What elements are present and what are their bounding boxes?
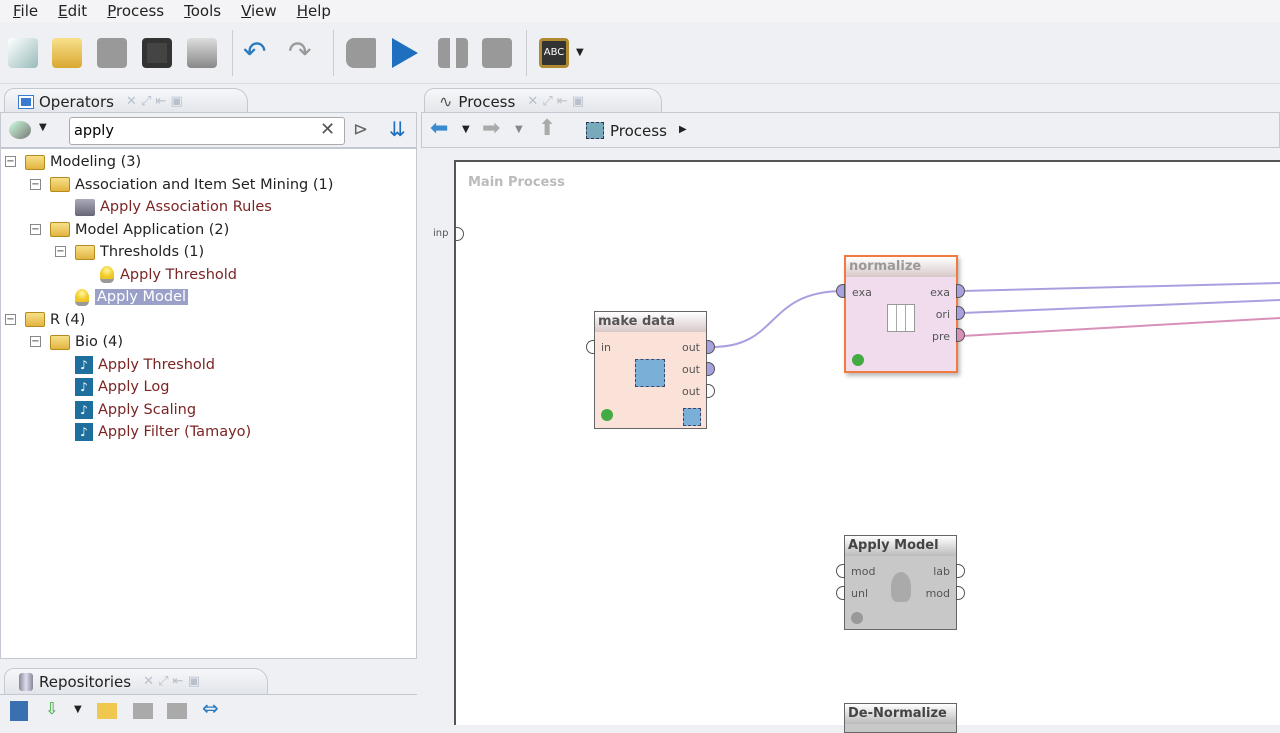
wire-normalize-ori[interactable]: [961, 299, 1280, 314]
port-label: exa: [930, 286, 950, 299]
port-in[interactable]: [836, 564, 845, 578]
operator-title: Apply Model: [845, 536, 956, 556]
operator-title: make data: [595, 312, 706, 332]
port-label: out: [681, 363, 700, 376]
subprocess-icon: [635, 359, 665, 387]
port-label: ori: [935, 308, 950, 321]
port-label: lab: [933, 565, 950, 578]
port-label: exa: [852, 286, 872, 299]
subprocess-icon[interactable]: [683, 408, 701, 426]
port-label: pre: [931, 330, 950, 343]
operator-title: De-Normalize: [845, 704, 956, 724]
port-label: in: [601, 341, 612, 354]
port-in[interactable]: [586, 340, 595, 354]
status-ok-icon: [601, 409, 613, 421]
wire-normalize-pre[interactable]: [961, 317, 1280, 337]
port-label: out: [681, 385, 700, 398]
status-icon: [851, 612, 863, 624]
port-in[interactable]: [836, 586, 845, 600]
wire-make-data-normalize[interactable]: [711, 290, 843, 348]
port-label: mod: [851, 565, 876, 578]
status-ok-icon: [852, 354, 864, 366]
port-label: out: [681, 341, 700, 354]
operator-apply-model[interactable]: Apply Model mod unl lab mod: [844, 535, 957, 630]
port-in[interactable]: [836, 284, 845, 298]
operator-make-data[interactable]: make data in out out out: [594, 311, 707, 429]
operator-normalize[interactable]: normalize exa exa ori pre: [844, 255, 958, 373]
port-label: mod: [925, 587, 950, 600]
operator-title: normalize: [846, 257, 956, 277]
bulb-icon: [891, 572, 911, 602]
normalize-grid-icon: [887, 304, 915, 332]
port-label: unl: [851, 587, 868, 600]
wire-normalize-exa[interactable]: [961, 282, 1280, 292]
operator-de-normalize[interactable]: De-Normalize: [844, 703, 957, 733]
